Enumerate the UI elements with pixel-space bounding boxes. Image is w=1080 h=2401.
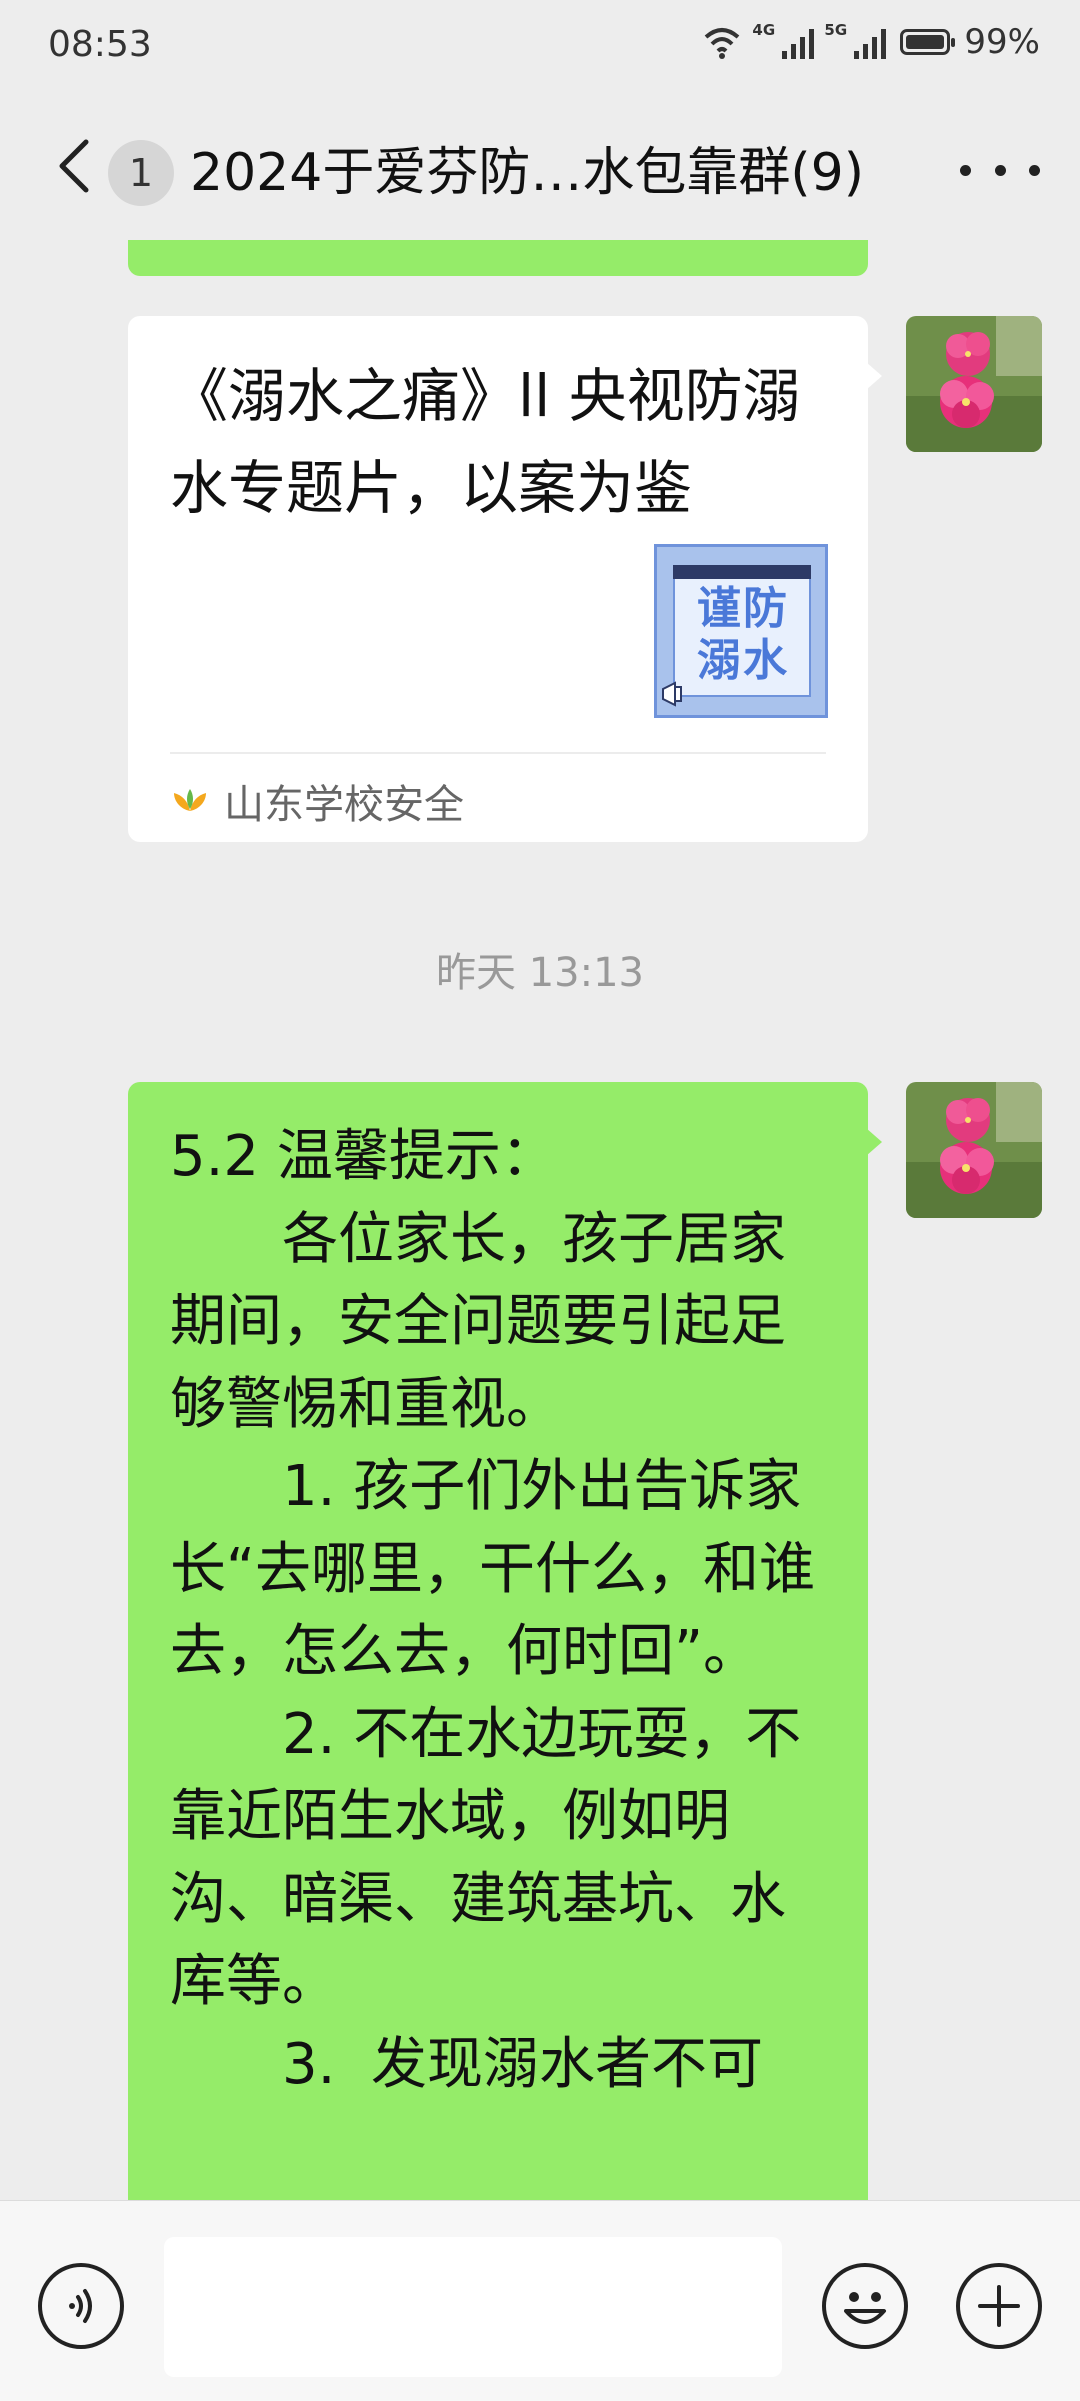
link-card-message[interactable]: 《溺水之痛》ll 央视防溺水专题片，以案为鉴 谨防溺水 山东学校安全: [128, 316, 882, 842]
signal-5g-icon: 5G: [824, 21, 887, 59]
status-bar: 08:53 4G 5G 99%: [0, 0, 1080, 100]
network-4g-label: 4G: [752, 21, 776, 39]
battery-icon: [900, 29, 956, 55]
source-name: 山东学校安全: [224, 782, 464, 828]
voice-icon[interactable]: [38, 2263, 124, 2349]
status-icons: 4G 5G 99%: [702, 21, 1040, 62]
flower-avatar-image: [906, 316, 1042, 452]
thumbnail-text: 谨防溺水: [697, 583, 789, 686]
divider: [170, 752, 826, 754]
plus-icon[interactable]: [956, 2263, 1042, 2349]
message-timestamp: 昨天 13:13: [436, 950, 644, 996]
chat-title: 2024于爱芬防…水包靠群(9): [190, 143, 864, 203]
text-message-bubble[interactable]: 5.2 温馨提示： 各位家长，孩子居家期间，安全问题要引起足够警惕和重视。 1.…: [128, 1082, 882, 2200]
status-time: 08:53: [48, 24, 152, 65]
official-account-icon: [174, 789, 206, 811]
flower-avatar-image: [906, 1082, 1042, 1218]
message-input[interactable]: [164, 2237, 782, 2377]
avatar[interactable]: [906, 1082, 1042, 1218]
link-card-title: 《溺水之痛》ll 央视防溺水专题片，以案为鉴: [170, 362, 801, 522]
link-card-source: 山东学校安全: [170, 772, 464, 830]
emoji-icon[interactable]: [822, 2263, 908, 2349]
chevron-left-icon[interactable]: [50, 136, 100, 196]
unread-badge[interactable]: 1: [108, 140, 174, 206]
more-dots-icon[interactable]: [960, 142, 1040, 198]
avatar[interactable]: [906, 316, 1042, 452]
battery-percent: 99%: [964, 22, 1040, 62]
link-card-thumbnail: 谨防溺水: [654, 544, 828, 718]
megaphone-icon: [662, 681, 682, 707]
message-text: 5.2 温馨提示： 各位家长，孩子居家期间，安全问题要引起足够警惕和重视。 1.…: [170, 1124, 816, 2097]
previous-message-bubble[interactable]: [128, 240, 868, 276]
wifi-icon: [705, 28, 740, 59]
chat-header: 1 2024于爱芬防…水包靠群(9): [0, 100, 1080, 240]
message-list[interactable]: 《溺水之痛》ll 央视防溺水专题片，以案为鉴 谨防溺水 山东学校安全 昨天 13…: [0, 240, 1080, 2200]
network-5g-label: 5G: [824, 21, 848, 39]
input-bar: [0, 2200, 1080, 2401]
signal-4g-icon: 4G: [752, 21, 815, 59]
